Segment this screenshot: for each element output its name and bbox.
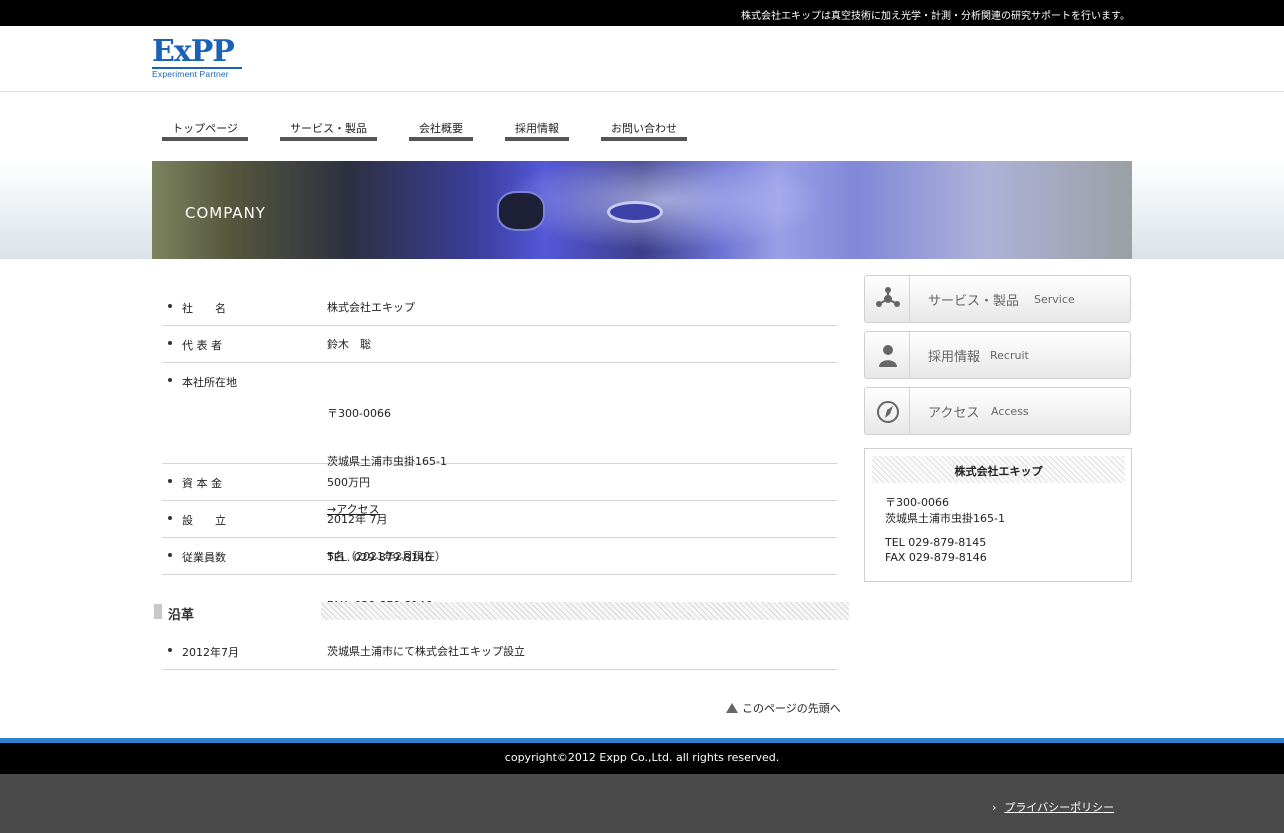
footer: copyright©2012 Expp Co.,Ltd. all rights …	[0, 743, 1284, 774]
page-top-label: このページの先頭へ	[742, 702, 841, 715]
history-table: 2012年7月 茨城県土浦市にて株式会社エキップ設立	[162, 633, 837, 670]
sidebar-button-sublabel: Access	[991, 405, 1029, 418]
sidebar-button-sublabel: Service	[1034, 293, 1075, 306]
privacy-policy-link[interactable]: › プライバシーポリシー	[992, 799, 1114, 815]
info-label: 代 表 者	[182, 339, 222, 352]
info-value: 株式会社エキップ	[327, 301, 415, 314]
address-box-fax: FAX 029-879-8146	[885, 551, 987, 564]
privacy-policy-label: プライバシーポリシー	[1004, 801, 1115, 814]
info-row-name: 社 名 株式会社エキップ	[162, 289, 837, 326]
bullet-icon	[168, 378, 172, 382]
nav-item-contact[interactable]: お問い合わせ	[601, 118, 687, 141]
logo-mark: ExPP	[152, 34, 235, 69]
sidebar-access-button[interactable]: アクセス Access	[864, 387, 1131, 435]
header: ExPP Experiment Partner	[0, 26, 1284, 92]
sidebar-address-box: 株式会社エキップ 〒300-0066 茨城県土浦市虫掛165-1 TEL 029…	[864, 448, 1132, 582]
address-box-tel: TEL 029-879-8145	[885, 536, 987, 549]
bullet-icon	[168, 341, 172, 345]
info-value: 2012年 7月	[327, 513, 388, 526]
info-row-representative: 代 表 者 鈴木 聡	[162, 326, 837, 363]
heading-hatch	[321, 602, 849, 620]
bullet-icon	[168, 516, 172, 520]
bullet-icon	[168, 648, 172, 652]
sidebar-recruit-button[interactable]: 採用情報 Recruit	[864, 331, 1131, 379]
site-logo[interactable]: ExPP Experiment Partner	[152, 34, 244, 79]
info-value: 鈴木 聡	[327, 338, 371, 351]
sidebar-button-label: 採用情報	[928, 350, 981, 365]
heading-marker	[154, 604, 162, 619]
bullet-icon	[168, 553, 172, 557]
history-title: 沿革	[168, 608, 195, 623]
address-box-title: 株式会社エキップ	[872, 456, 1125, 483]
info-row-capital: 資 本 金 500万円	[162, 464, 837, 501]
history-event: 茨城県土浦市にて株式会社エキップ設立	[327, 645, 525, 658]
info-row-established: 設 立 2012年 7月	[162, 501, 837, 538]
info-label: 社 名	[182, 302, 226, 315]
banner-machine-part	[497, 191, 545, 231]
info-label: 設 立	[182, 514, 226, 527]
info-value: 500万円	[327, 476, 370, 489]
history-heading: 沿革	[154, 602, 849, 623]
nav-item-recruit[interactable]: 採用情報	[505, 118, 569, 141]
subfooter: › プライバシーポリシー	[0, 774, 1284, 833]
info-label: 本社所在地	[182, 376, 237, 389]
info-value: 5名（2021年2月現在）	[327, 550, 446, 563]
address-box-postal: 〒300-0066	[885, 496, 949, 509]
history-row: 2012年7月 茨城県土浦市にて株式会社エキップ設立	[162, 633, 837, 670]
person-icon	[865, 332, 910, 378]
info-label: 資 本 金	[182, 477, 222, 490]
page-title: COMPANY	[185, 204, 266, 222]
sidebar-button-label: サービス・製品	[928, 294, 1020, 309]
chevron-right-icon: ›	[992, 801, 997, 814]
nav-item-top[interactable]: トップページ	[162, 118, 248, 141]
banner-lens	[607, 201, 663, 223]
sidebar-service-button[interactable]: サービス・製品 Service	[864, 275, 1131, 323]
bullet-icon	[168, 479, 172, 483]
nav-item-company[interactable]: 会社概要	[409, 118, 473, 141]
copyright: copyright©2012 Expp Co.,Ltd. all rights …	[504, 751, 780, 764]
postal-code: 〒300-0066	[327, 407, 391, 420]
info-row-address: 本社所在地 〒300-0066 茨城県土浦市虫掛165-1 →アクセス TEL.…	[162, 363, 837, 612]
nav-item-services[interactable]: サービス・製品	[280, 118, 377, 141]
network-icon	[865, 276, 910, 322]
compass-icon	[865, 388, 910, 434]
company-info-table: 社 名 株式会社エキップ 代 表 者 鈴木 聡 本社所在地 〒300-0066 …	[162, 289, 837, 612]
triangle-up-icon	[726, 703, 738, 713]
history-date: 2012年7月	[182, 646, 239, 659]
info-label: 従業員数	[182, 551, 226, 564]
page-banner: COMPANY	[152, 161, 1132, 259]
page-top-link[interactable]: このページの先頭へ	[726, 700, 841, 716]
sidebar-button-label: アクセス	[928, 406, 980, 421]
sidebar-button-sublabel: Recruit	[990, 349, 1029, 362]
site-tagline: 株式会社エキップは真空技術に加え光学・計測・分析関連の研究サポートを行います。	[741, 11, 1130, 22]
top-bar: 株式会社エキップは真空技術に加え光学・計測・分析関連の研究サポートを行います。	[0, 0, 1284, 26]
bullet-icon	[168, 304, 172, 308]
info-row-employees: 従業員数 5名（2021年2月現在）	[162, 538, 837, 575]
address-box-address: 茨城県土浦市虫掛165-1	[885, 512, 1005, 525]
logo-subtitle: Experiment Partner	[152, 67, 242, 79]
